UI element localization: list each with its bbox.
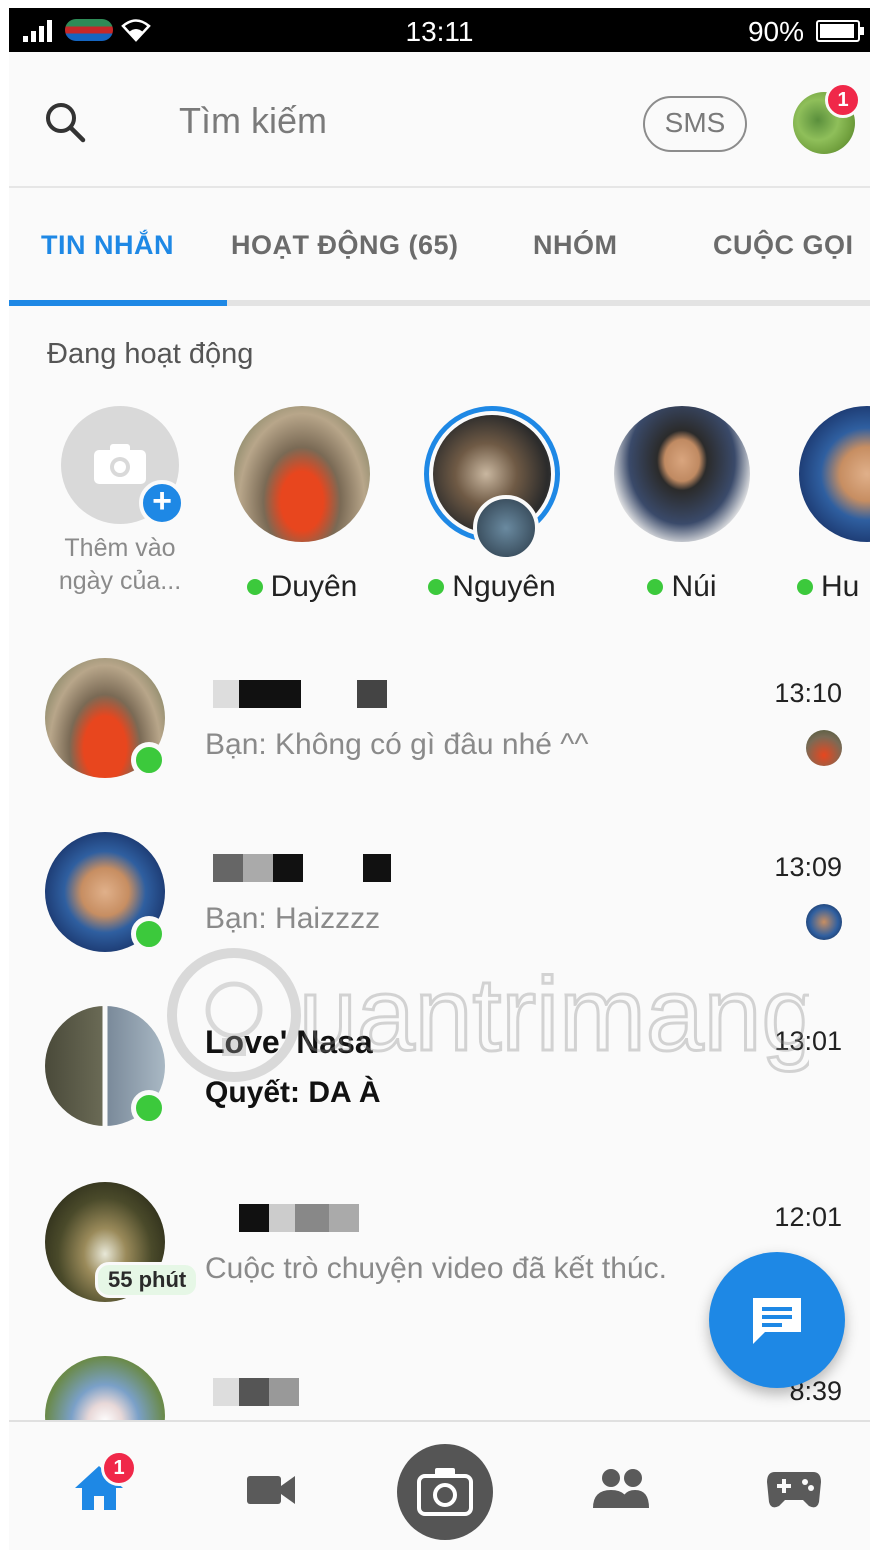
plus-icon: + <box>139 480 185 526</box>
tab-activity[interactable]: HOẠT ĐỘNG (65) <box>231 230 459 261</box>
conversation-row[interactable]: Love' Nasa Quyết: DA À 13:01 <box>9 1006 870 1176</box>
camera-icon <box>417 1468 473 1516</box>
seen-avatar <box>806 730 842 766</box>
profile-notification-badge: 1 <box>825 82 861 118</box>
add-story-avatar: + <box>61 406 185 526</box>
tab-messages[interactable]: TIN NHẮN <box>41 230 174 261</box>
conversation-row[interactable]: Bạn: Haizzzz 13:09 <box>9 832 870 1002</box>
add-story-button[interactable]: + Thêm vào ngày của... <box>45 406 195 598</box>
clock: 13:11 <box>405 16 474 47</box>
search-input[interactable]: Tìm kiếm <box>179 100 327 142</box>
online-dot <box>131 1090 167 1126</box>
message-preview: Bạn: Haizzzz <box>205 902 381 935</box>
home-notification-badge: 1 <box>101 1450 137 1486</box>
user-name: Núi <box>671 570 717 603</box>
redacted-name <box>213 680 387 708</box>
user-name: Duyên <box>270 570 358 603</box>
conversation-name: Love' Nasa <box>205 1024 373 1060</box>
avatar-with-story <box>424 406 560 561</box>
tab-calls[interactable]: CUỘC GỌI <box>713 230 854 261</box>
bottom-navigation: 1 <box>9 1420 870 1550</box>
compose-message-button[interactable] <box>709 1252 845 1388</box>
message-preview: Quyết: DA À <box>205 1076 381 1109</box>
redacted-name <box>239 1204 359 1232</box>
battery-icon <box>816 20 864 42</box>
battery-percent: 90% <box>747 16 804 47</box>
story-thumbnail <box>473 495 539 561</box>
call-duration-badge: 55 phút <box>95 1262 200 1298</box>
add-story-label: Thêm vào ngày của... <box>58 534 182 595</box>
message-time: 12:01 <box>774 1202 842 1232</box>
message-time: 13:09 <box>774 852 842 882</box>
top-bar: Tìm kiếm SMS 1 <box>9 52 870 188</box>
game-controller-icon[interactable] <box>765 1468 823 1510</box>
camera-icon <box>94 444 146 484</box>
online-dot <box>428 579 445 595</box>
avatar <box>234 406 370 542</box>
conversation-row[interactable]: Bạn: Không có gì đâu nhé ^^ 13:10 <box>9 658 870 828</box>
message-time: 13:10 <box>774 678 842 708</box>
message-preview: Cuộc trò chuyện video đã kết thúc. <box>205 1252 667 1285</box>
tab-bar: TIN NHẮN HOẠT ĐỘNG (65) NHÓM CUỘC GỌI <box>9 190 870 306</box>
tab-groups[interactable]: NHÓM <box>533 230 618 261</box>
message-time: 13:01 <box>774 1026 842 1056</box>
people-icon[interactable] <box>591 1466 651 1510</box>
video-camera-icon[interactable] <box>245 1472 297 1508</box>
user-name: Nguyên <box>452 570 556 603</box>
online-dot <box>246 579 263 595</box>
user-name: Hu <box>821 570 860 603</box>
online-dot <box>797 579 813 595</box>
redacted-name <box>213 1378 299 1406</box>
active-user-hu[interactable]: Hu <box>787 406 870 604</box>
sms-button[interactable]: SMS <box>643 96 747 152</box>
avatar <box>799 406 870 542</box>
online-dot <box>647 579 664 595</box>
camera-button[interactable] <box>397 1444 493 1540</box>
redacted-name <box>213 854 391 882</box>
online-dot <box>131 742 167 778</box>
avatar <box>614 406 750 542</box>
online-dot <box>131 916 167 952</box>
active-user-nui[interactable]: Núi <box>607 406 757 604</box>
message-preview: Bạn: Không có gì đâu nhé ^^ <box>205 728 589 761</box>
active-now-title: Đang hoạt động <box>47 338 254 370</box>
active-user-nguyen[interactable]: Nguyên <box>417 406 567 604</box>
status-bar: 13:11 90% <box>9 8 870 52</box>
messenger-app: 13:11 90% Tìm kiếm SMS 1 TIN NHẮN HOẠT Đ… <box>9 8 870 1550</box>
seen-avatar <box>806 904 842 940</box>
chat-bubble-icon <box>753 1298 801 1344</box>
search-icon[interactable] <box>43 100 87 144</box>
active-user-duyen[interactable]: Duyên <box>227 406 377 604</box>
active-tab-indicator <box>9 300 227 306</box>
